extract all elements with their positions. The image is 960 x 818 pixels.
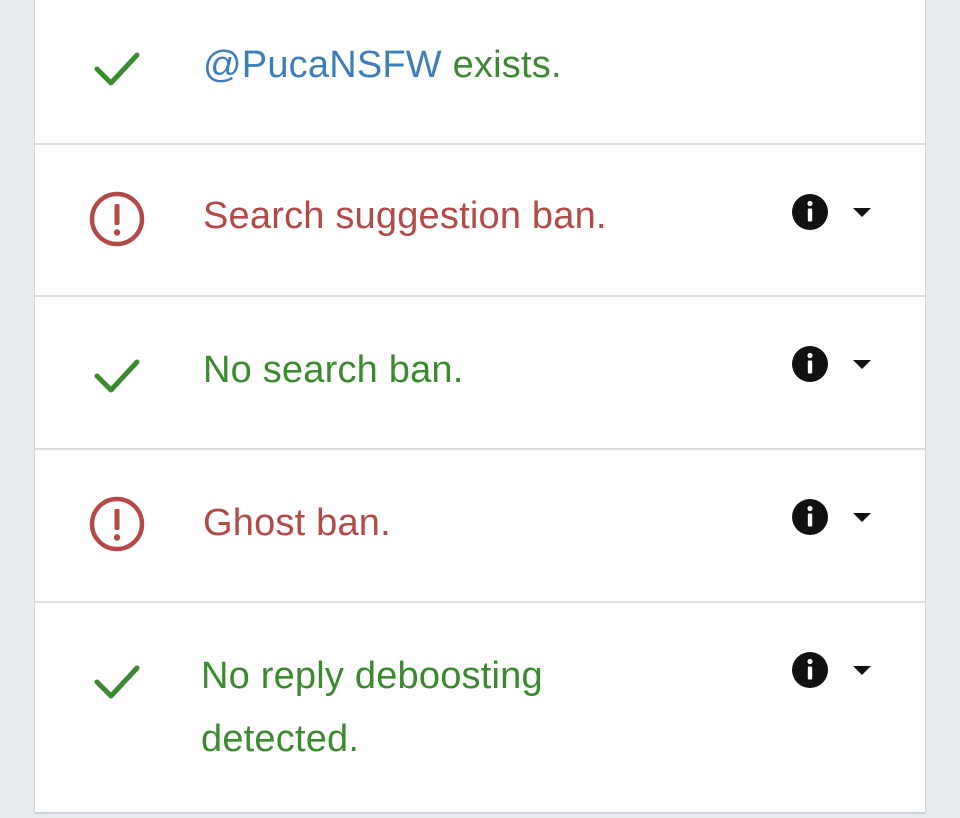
result-label: No search ban. <box>203 349 464 391</box>
info-icon[interactable] <box>791 193 829 231</box>
chevron-down-icon[interactable] <box>850 511 874 525</box>
result-row-ghost-ban[interactable]: Ghost ban. <box>35 450 925 603</box>
info-icon[interactable] <box>791 498 829 536</box>
checkmark-icon <box>94 665 140 699</box>
info-icon[interactable] <box>791 651 829 689</box>
info-icon[interactable] <box>791 345 829 383</box>
alert-circle-icon <box>87 494 147 554</box>
chevron-down-icon[interactable] <box>850 358 874 372</box>
result-row-reply-deboosting[interactable]: No reply deboosting detected. <box>35 603 925 812</box>
checkmark-icon <box>87 38 147 98</box>
result-label: No reply deboosting detected. <box>201 655 543 760</box>
result-row-search-suggestion-ban[interactable]: Search suggestion ban. <box>35 145 925 297</box>
checkmark-icon <box>87 345 147 405</box>
alert-circle-icon <box>87 189 147 249</box>
checmark-icon <box>87 651 147 711</box>
shadowban-results-panel: @PucaNSFW exists. Search suggestion ban.… <box>34 0 926 814</box>
result-label: Search suggestion ban. <box>203 195 607 237</box>
result-label: Ghost ban. <box>203 502 391 544</box>
result-row-exists: @PucaNSFW exists. <box>35 0 925 145</box>
chevron-down-icon[interactable] <box>850 206 874 220</box>
chevron-down-icon[interactable] <box>850 664 874 678</box>
user-handle-link[interactable]: @PucaNSFW <box>203 44 442 86</box>
result-text: @PucaNSFW exists. <box>203 34 763 97</box>
result-row-search-ban[interactable]: No search ban. <box>35 297 925 450</box>
result-label: exists. <box>441 44 562 86</box>
